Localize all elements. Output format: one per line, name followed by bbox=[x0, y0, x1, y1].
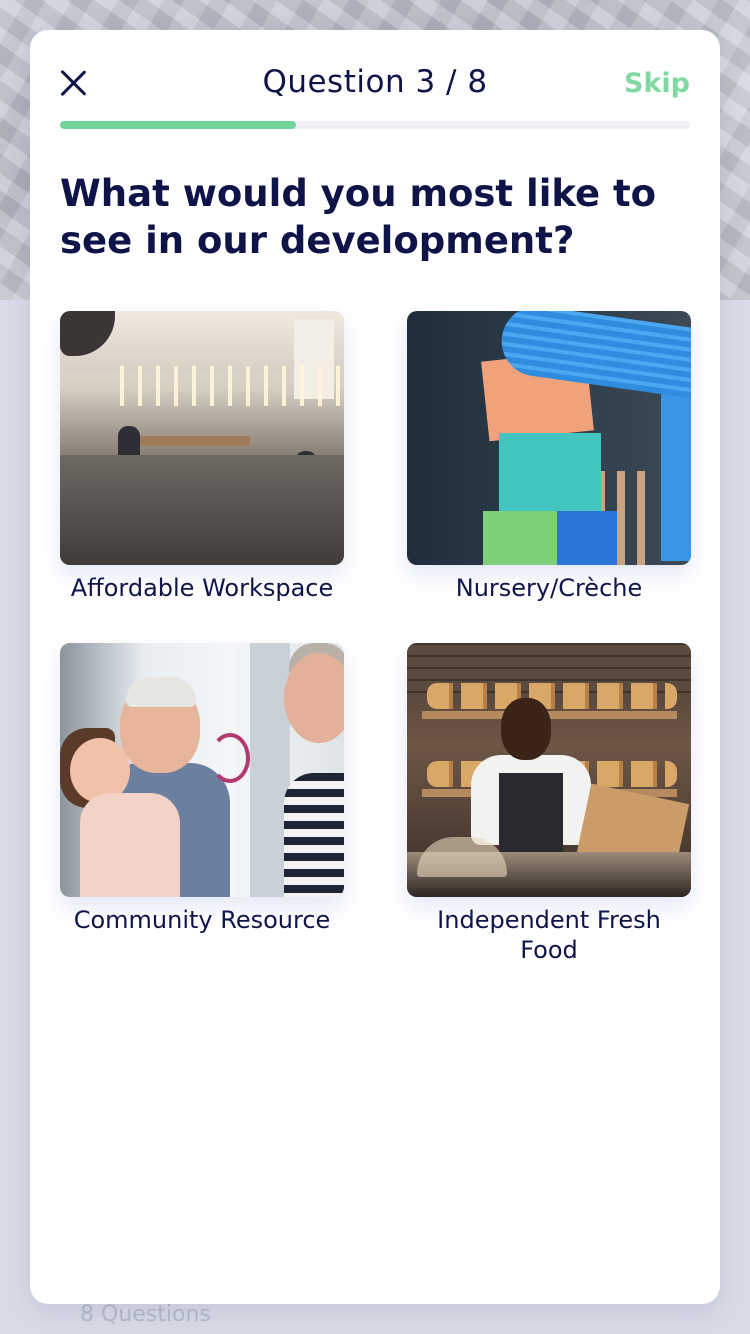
option-label: Community Resource bbox=[73, 906, 331, 934]
question-modal: Question 3 / 8 Skip What would you most … bbox=[30, 30, 720, 1304]
option-label: Independent Fresh Food bbox=[437, 906, 661, 964]
skip-button[interactable]: Skip bbox=[624, 68, 690, 99]
option-label: Nursery/Crèche bbox=[455, 574, 643, 602]
progress-bar bbox=[60, 121, 690, 129]
progress-bar-fill bbox=[60, 121, 297, 129]
grandparents-child-photo bbox=[60, 643, 344, 897]
option-independent-fresh-food[interactable]: Independent Fresh Food bbox=[407, 643, 691, 965]
question-counter: Question 3 / 8 bbox=[262, 64, 488, 100]
option-affordable-workspace[interactable]: Affordable Workspace bbox=[60, 311, 344, 603]
toy-blocks-photo bbox=[407, 311, 691, 565]
option-community-resource[interactable]: Community Resource bbox=[60, 643, 344, 935]
question-title: What would you most like to see in our d… bbox=[60, 172, 657, 262]
background-footer-text: 8 Questions bbox=[80, 1302, 211, 1327]
option-nursery-creche[interactable]: Nursery/Crèche bbox=[407, 311, 691, 603]
option-label: Affordable Workspace bbox=[70, 574, 334, 602]
office-photo bbox=[60, 311, 344, 565]
bakery-photo bbox=[407, 643, 691, 897]
